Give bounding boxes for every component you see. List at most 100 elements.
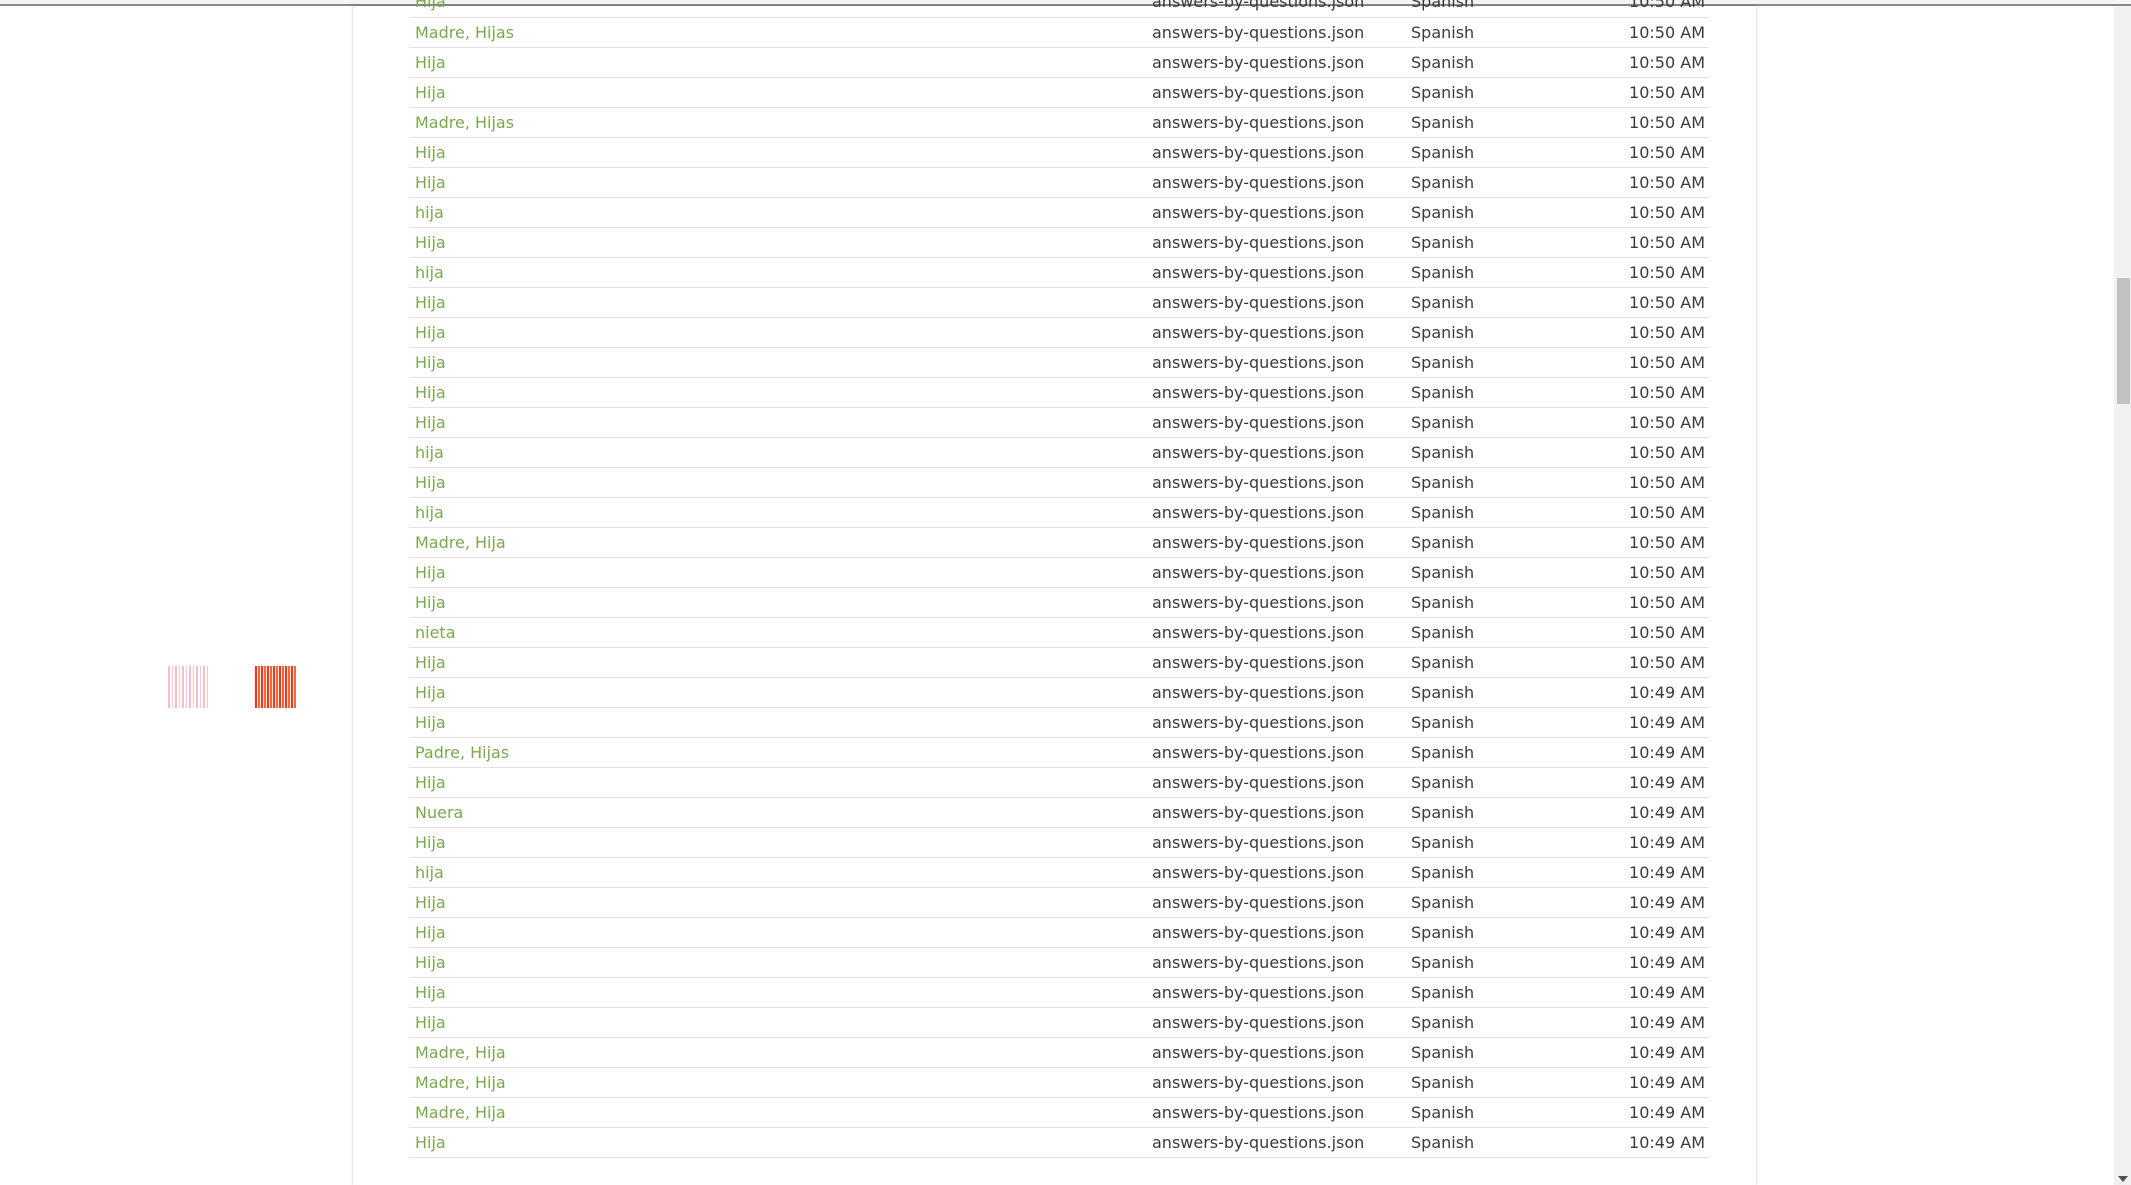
table-row: hija answers-by-questions.json Spanish 10:5… bbox=[409, 197, 1709, 228]
answer-cell: Madre, Hija bbox=[409, 527, 1152, 558]
answer-link[interactable]: Hija bbox=[415, 593, 446, 612]
file-cell: answers-by-questions.json bbox=[1152, 527, 1411, 558]
answer-link[interactable]: hija bbox=[415, 443, 444, 462]
answer-link[interactable]: Hija bbox=[415, 473, 446, 492]
answer-cell: Hija bbox=[409, 647, 1152, 678]
answer-link[interactable]: Hija bbox=[415, 413, 446, 432]
table-row: Hija answers-by-questions.json Spanish 10:5… bbox=[409, 347, 1709, 378]
table-row: Nuera answers-by-questions.json Spanish 10:… bbox=[409, 797, 1709, 828]
answer-link[interactable]: Hija bbox=[415, 233, 446, 252]
time-cell: 10:49 AM bbox=[1591, 767, 1709, 798]
answers-table-container: Hija answers-by-questions.json Spanish 10:5… bbox=[409, 0, 1709, 1185]
time-cell: 10:49 AM bbox=[1591, 707, 1709, 738]
file-cell: answers-by-questions.json bbox=[1152, 737, 1411, 768]
file-cell: answers-by-questions.json bbox=[1152, 1097, 1411, 1128]
answer-link[interactable]: Hija bbox=[415, 83, 446, 102]
answer-link[interactable]: Hija bbox=[415, 53, 446, 72]
answer-link[interactable]: hija bbox=[415, 263, 444, 282]
time-cell: 10:50 AM bbox=[1591, 77, 1709, 108]
answer-link[interactable]: Madre, Hijas bbox=[415, 113, 514, 132]
scrollbar-thumb[interactable] bbox=[2117, 278, 2130, 404]
answer-link[interactable]: Hija bbox=[415, 893, 446, 912]
answer-link[interactable]: Padre, Hijas bbox=[415, 743, 509, 762]
table-row: Hija answers-by-questions.json Spanish 10:5… bbox=[409, 317, 1709, 348]
answer-cell: Hija bbox=[409, 227, 1152, 258]
language-cell: Spanish bbox=[1411, 797, 1591, 828]
table-row: Hija answers-by-questions.json Spanish 10:5… bbox=[409, 0, 1709, 18]
answer-link[interactable]: Hija bbox=[415, 653, 446, 672]
answer-cell: Nuera bbox=[409, 797, 1152, 828]
answer-link[interactable]: hija bbox=[415, 503, 444, 522]
answer-link[interactable]: Nuera bbox=[415, 803, 463, 822]
file-cell: answers-by-questions.json bbox=[1152, 1037, 1411, 1068]
answer-cell: Hija bbox=[409, 977, 1152, 1008]
answer-link[interactable]: Hija bbox=[415, 293, 446, 312]
time-cell: 10:49 AM bbox=[1591, 737, 1709, 768]
file-cell: answers-by-questions.json bbox=[1152, 407, 1411, 438]
language-cell: Spanish bbox=[1411, 227, 1591, 258]
answer-link[interactable]: Hija bbox=[415, 683, 446, 702]
answer-link[interactable]: Hija bbox=[415, 173, 446, 192]
answer-link[interactable]: Hija bbox=[415, 0, 446, 11]
answer-link[interactable]: Hija bbox=[415, 383, 446, 402]
table-row: Madre, Hija answers-by-questions.json Span… bbox=[409, 527, 1709, 558]
answer-cell: Madre, Hijas bbox=[409, 17, 1152, 48]
answer-link[interactable]: Hija bbox=[415, 563, 446, 582]
time-cell: 10:50 AM bbox=[1591, 467, 1709, 498]
answer-link[interactable]: Madre, Hijas bbox=[415, 23, 514, 42]
table-row: Hija answers-by-questions.json Spanish 10:4… bbox=[409, 947, 1709, 978]
answer-link[interactable]: Hija bbox=[415, 983, 446, 1002]
answer-link[interactable]: Madre, Hija bbox=[415, 1073, 506, 1092]
vertical-scrollbar[interactable] bbox=[2114, 6, 2131, 1185]
answer-cell: hija bbox=[409, 497, 1152, 528]
answer-cell: Madre, Hija bbox=[409, 1097, 1152, 1128]
time-cell: 10:49 AM bbox=[1591, 947, 1709, 978]
answer-link[interactable]: hija bbox=[415, 203, 444, 222]
answer-link[interactable]: Madre, Hija bbox=[415, 1043, 506, 1062]
file-cell: answers-by-questions.json bbox=[1152, 257, 1411, 288]
answer-link[interactable]: Hija bbox=[415, 923, 446, 942]
answer-link[interactable]: Madre, Hija bbox=[415, 533, 506, 552]
answer-cell: Hija bbox=[409, 377, 1152, 408]
language-cell: Spanish bbox=[1411, 1067, 1591, 1098]
answer-link[interactable]: hija bbox=[415, 863, 444, 882]
file-cell: answers-by-questions.json bbox=[1152, 1127, 1411, 1158]
language-cell: Spanish bbox=[1411, 767, 1591, 798]
answer-link[interactable]: Hija bbox=[415, 1013, 446, 1032]
answers-table-body: Hija answers-by-questions.json Spanish 10:5… bbox=[409, 0, 1709, 1158]
language-cell: Spanish bbox=[1411, 1037, 1591, 1068]
table-row: Hija answers-by-questions.json Spanish 10:4… bbox=[409, 917, 1709, 948]
time-cell: 10:49 AM bbox=[1591, 1097, 1709, 1128]
time-cell: 10:50 AM bbox=[1591, 167, 1709, 198]
scroll-down-arrow-icon[interactable] bbox=[2118, 1176, 2128, 1182]
answer-link[interactable]: Hija bbox=[415, 773, 446, 792]
time-cell: 10:49 AM bbox=[1591, 977, 1709, 1008]
time-cell: 10:49 AM bbox=[1591, 1037, 1709, 1068]
answer-link[interactable]: Hija bbox=[415, 323, 446, 342]
answer-link[interactable]: Madre, Hija bbox=[415, 1103, 506, 1122]
file-cell: answers-by-questions.json bbox=[1152, 227, 1411, 258]
language-cell: Spanish bbox=[1411, 167, 1591, 198]
language-cell: Spanish bbox=[1411, 887, 1591, 918]
language-cell: Spanish bbox=[1411, 107, 1591, 138]
answer-cell: hija bbox=[409, 257, 1152, 288]
answer-link[interactable]: Hija bbox=[415, 1133, 446, 1152]
answer-link[interactable]: Hija bbox=[415, 353, 446, 372]
language-cell: Spanish bbox=[1411, 407, 1591, 438]
file-cell: answers-by-questions.json bbox=[1152, 887, 1411, 918]
language-cell: Spanish bbox=[1411, 947, 1591, 978]
answer-link[interactable]: Hija bbox=[415, 953, 446, 972]
table-row: Hija answers-by-questions.json Spanish 10:5… bbox=[409, 557, 1709, 588]
answer-link[interactable]: nieta bbox=[415, 623, 456, 642]
answer-link[interactable]: Hija bbox=[415, 833, 446, 852]
answer-cell: Hija bbox=[409, 287, 1152, 318]
decorative-image-left bbox=[168, 666, 210, 708]
file-cell: answers-by-questions.json bbox=[1152, 347, 1411, 378]
language-cell: Spanish bbox=[1411, 17, 1591, 48]
language-cell: Spanish bbox=[1411, 977, 1591, 1008]
language-cell: Spanish bbox=[1411, 917, 1591, 948]
answer-cell: Hija bbox=[409, 467, 1152, 498]
language-cell: Spanish bbox=[1411, 377, 1591, 408]
answer-link[interactable]: Hija bbox=[415, 143, 446, 162]
answer-link[interactable]: Hija bbox=[415, 713, 446, 732]
